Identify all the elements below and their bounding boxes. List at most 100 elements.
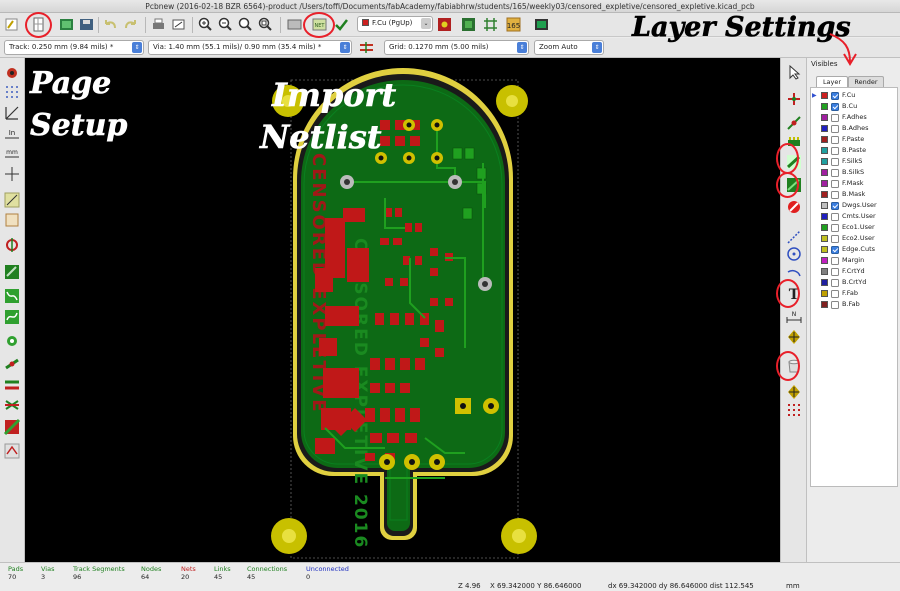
layers-manager-icon[interactable]: [3, 418, 21, 436]
layer-visibility-checkbox[interactable]: [831, 113, 839, 122]
layer-visibility-checkbox[interactable]: [831, 278, 839, 287]
layer-row[interactable]: Eco1.User: [811, 222, 899, 233]
new-board-icon[interactable]: [3, 16, 20, 33]
microwave-tools-icon[interactable]: [3, 442, 21, 460]
layer-color-swatch[interactable]: [821, 103, 828, 110]
layer-visibility-checkbox[interactable]: [831, 179, 839, 188]
layer-row[interactable]: B.SilkS: [811, 167, 899, 178]
layer-color-swatch[interactable]: [821, 169, 828, 176]
layer-row[interactable]: F.Adhes: [811, 112, 899, 123]
layer-color-swatch[interactable]: [821, 158, 828, 165]
layer-row[interactable]: Eco2.User: [811, 233, 899, 244]
units-mm-icon[interactable]: mm: [3, 144, 21, 162]
layer-row[interactable]: Dwgs.User: [811, 200, 899, 211]
layer-select[interactable]: F.Cu (PgUp) ⌄: [357, 16, 433, 32]
layer-pair-icon[interactable]: [436, 16, 453, 33]
layer-color-swatch[interactable]: [821, 92, 828, 99]
layer-row[interactable]: B.Mask: [811, 189, 899, 200]
add-dimension-icon[interactable]: N: [785, 308, 803, 326]
print-icon[interactable]: [150, 16, 167, 33]
layer-row[interactable]: B.Fab: [811, 299, 899, 310]
ruler-icon[interactable]: 165: [505, 16, 522, 33]
grid-icon[interactable]: [482, 16, 499, 33]
open-board-icon[interactable]: [58, 16, 75, 33]
layer-visibility-checkbox[interactable]: [831, 223, 839, 232]
zone-outline-icon[interactable]: [3, 287, 21, 305]
add-circle-icon[interactable]: [785, 245, 803, 263]
layer-row[interactable]: F.CrtYd: [811, 266, 899, 277]
layer-row[interactable]: Margin: [811, 255, 899, 266]
cursor-shape-icon[interactable]: [3, 165, 21, 183]
layer-visibility-checkbox[interactable]: [831, 168, 839, 177]
track-width-select[interactable]: Track: 0.250 mm (9.84 mils) * ⇕: [4, 40, 144, 55]
layer-color-swatch[interactable]: [821, 268, 828, 275]
layer-row[interactable]: Edge.Cuts: [811, 244, 899, 255]
pad-sketch-icon[interactable]: [3, 332, 21, 350]
grid-select[interactable]: Grid: 0.1270 mm (5.00 mils) ⇕: [384, 40, 529, 55]
zoom-out-icon[interactable]: [217, 16, 234, 33]
ratsnest-icon[interactable]: [3, 191, 21, 209]
layer-visibility-checkbox[interactable]: [831, 300, 839, 309]
set-grid-icon[interactable]: [785, 401, 803, 419]
layer-visibility-checkbox[interactable]: [831, 124, 839, 133]
layer-color-swatch[interactable]: [821, 224, 828, 231]
layer-color-swatch[interactable]: [821, 180, 828, 187]
track-sketch-icon[interactable]: [3, 376, 21, 394]
zoom-select[interactable]: Zoom Auto ⇕: [534, 40, 604, 55]
add-target-icon[interactable]: [785, 328, 803, 346]
tab-render[interactable]: Render: [848, 76, 884, 87]
tab-layer[interactable]: Layer: [816, 76, 848, 87]
module-ratsnest-icon[interactable]: [3, 211, 21, 229]
autoplace-icon[interactable]: [460, 16, 477, 33]
layer-color-swatch[interactable]: [821, 301, 828, 308]
layer-row[interactable]: F.SilkS: [811, 156, 899, 167]
layer-row[interactable]: B.Cu: [811, 101, 899, 112]
highlight-net-icon[interactable]: [785, 90, 803, 108]
local-ratsnest-icon[interactable]: [785, 114, 803, 132]
layer-row[interactable]: F.Mask: [811, 178, 899, 189]
layer-visibility-checkbox[interactable]: [831, 212, 839, 221]
layer-visibility-checkbox[interactable]: [831, 289, 839, 298]
layer-row[interactable]: F.Fab: [811, 288, 899, 299]
select-arrow-icon[interactable]: [785, 63, 803, 81]
drc-marker-icon[interactable]: [3, 64, 21, 82]
zoom-fit-icon[interactable]: [257, 16, 274, 33]
layer-color-swatch[interactable]: [821, 125, 828, 132]
layer-visibility-checkbox[interactable]: [831, 245, 839, 254]
auto-track-width-icon[interactable]: [358, 39, 375, 56]
drc-icon[interactable]: [333, 16, 350, 33]
layer-row[interactable]: F.Paste: [811, 134, 899, 145]
high-contrast-icon[interactable]: [3, 396, 21, 414]
zoom-in-icon[interactable]: [197, 16, 214, 33]
via-sketch-icon[interactable]: [3, 355, 21, 373]
undo-icon[interactable]: [102, 16, 119, 33]
layer-row[interactable]: Cmts.User: [811, 211, 899, 222]
zoom-redraw-icon[interactable]: [237, 16, 254, 33]
layer-visibility-checkbox[interactable]: [831, 102, 839, 111]
zone-sketch-icon[interactable]: [3, 308, 21, 326]
layer-visibility-checkbox[interactable]: [831, 91, 839, 100]
redo-icon[interactable]: [122, 16, 139, 33]
layer-visibility-checkbox[interactable]: [831, 267, 839, 276]
layer-color-swatch[interactable]: [821, 114, 828, 121]
layer-color-swatch[interactable]: [821, 279, 828, 286]
layer-color-swatch[interactable]: [821, 235, 828, 242]
layer-visibility-checkbox[interactable]: [831, 190, 839, 199]
layer-color-swatch[interactable]: [821, 290, 828, 297]
layer-color-swatch[interactable]: [821, 147, 828, 154]
scripting-console-icon[interactable]: [533, 16, 550, 33]
layer-color-swatch[interactable]: [821, 213, 828, 220]
keepout-zone-icon[interactable]: [785, 198, 803, 216]
plot-icon[interactable]: [170, 16, 187, 33]
layer-visibility-checkbox[interactable]: [831, 234, 839, 243]
layer-color-swatch[interactable]: [821, 202, 828, 209]
layer-row[interactable]: B.Paste: [811, 145, 899, 156]
layer-visibility-checkbox[interactable]: [831, 146, 839, 155]
layer-color-swatch[interactable]: [821, 246, 828, 253]
show-grid-icon[interactable]: [3, 83, 21, 101]
layer-row[interactable]: B.CrtYd: [811, 277, 899, 288]
layer-visibility-checkbox[interactable]: [831, 256, 839, 265]
zone-fill-icon[interactable]: [3, 263, 21, 281]
layer-row[interactable]: B.Adhes: [811, 123, 899, 134]
units-inch-icon[interactable]: In: [3, 124, 21, 142]
